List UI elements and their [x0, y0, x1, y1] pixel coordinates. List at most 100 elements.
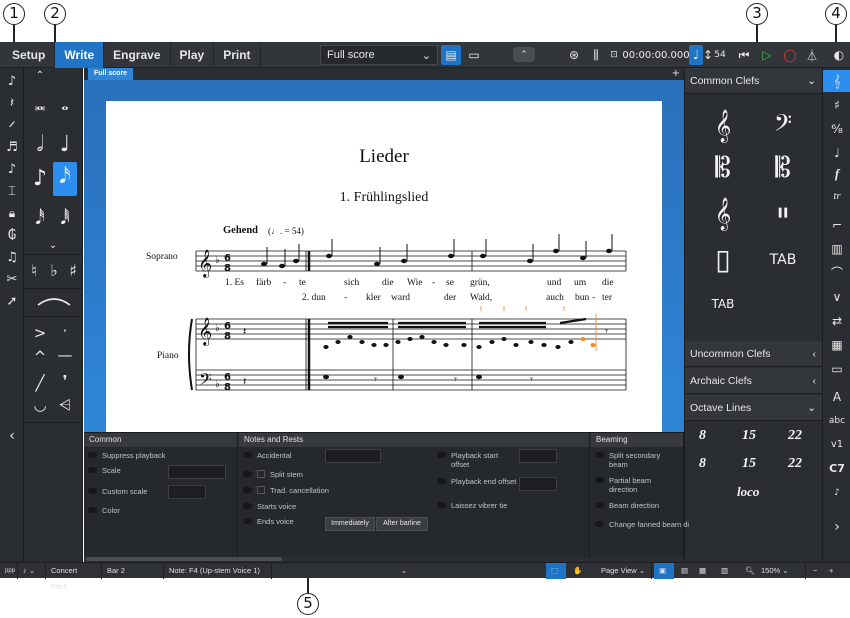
chevron-down-icon[interactable]: ⌄: [41, 240, 65, 251]
accent-icon[interactable]: >: [28, 324, 52, 342]
whole-note-icon[interactable]: 𝅝: [53, 90, 77, 120]
half-note-icon[interactable]: 𝅗𝅥: [28, 130, 52, 160]
staccatissimo-icon[interactable]: ❜: [53, 372, 77, 390]
toggle-switch[interactable]: [595, 521, 604, 527]
barline-icon[interactable]: ▥: [823, 238, 850, 260]
toggle-switch[interactable]: [243, 518, 252, 524]
prop-beam-direction[interactable]: Beam direction: [595, 501, 659, 510]
stress-icon[interactable]: ╱: [28, 374, 52, 392]
tenor-clef-icon[interactable]: 𝄡: [761, 148, 805, 188]
repeat-icon[interactable]: ⌐: [823, 214, 850, 236]
rewind-icon[interactable]: ⏮: [735, 45, 753, 65]
octave-22mb-icon[interactable]: 22: [788, 456, 802, 472]
horizontal-scrollbar[interactable]: [86, 557, 282, 561]
64th-note-icon[interactable]: 𝅘𝅥𝅱: [53, 204, 77, 234]
slur-icon[interactable]: [36, 294, 72, 308]
treble-clef-icon[interactable]: 𝄞: [701, 106, 745, 146]
mode-tab-write[interactable]: Write: [55, 41, 105, 68]
checkbox[interactable]: [257, 470, 265, 478]
natural-icon[interactable]: ♮: [24, 256, 44, 286]
note-value-dropdown[interactable]: ♪ ⌄: [18, 563, 46, 579]
galley-view-icon[interactable]: ▤: [441, 45, 461, 65]
chevron-right-icon[interactable]: ›: [823, 516, 850, 538]
prop-laissez-vibrer-tie[interactable]: Laissez vibrer tie: [437, 501, 507, 510]
alto-clef-icon[interactable]: 𝄡: [701, 148, 745, 188]
prop-change-fanned-beam[interactable]: Change fanned beam di: [595, 520, 689, 529]
text-icon[interactable]: A: [823, 386, 850, 408]
mode-tab-print[interactable]: Print: [214, 41, 261, 68]
mode-tab-engrave[interactable]: Engrave: [104, 41, 171, 68]
percussion-clef-icon[interactable]: 𝄥: [761, 194, 805, 234]
toggle-switch[interactable]: [243, 452, 252, 458]
slash-icon[interactable]: 𝄍: [0, 118, 24, 133]
prop-starts-voice[interactable]: Starts voice: [243, 502, 296, 511]
chevron-down-icon[interactable]: ⌄: [396, 563, 412, 579]
comment-icon[interactable]: ▭: [823, 358, 850, 380]
toggle-switch[interactable]: [88, 488, 97, 494]
mode-tab-setup[interactable]: Setup: [0, 41, 56, 68]
immediately-button[interactable]: Immediately: [325, 517, 375, 531]
toggle-switch[interactable]: [595, 477, 604, 483]
neutral-clef-icon[interactable]: ▯: [701, 240, 745, 280]
scale-field[interactable]: [168, 465, 226, 479]
lyrics-icon[interactable]: abc: [823, 410, 850, 432]
layout-select[interactable]: Full score ⌄: [320, 45, 438, 65]
hide-panels-icon[interactable]: ⌃: [513, 47, 535, 62]
lock-icon[interactable]: 🔒︎: [0, 206, 24, 221]
accidental-field[interactable]: [325, 449, 381, 463]
prop-split-secondary-beam[interactable]: Split secondary beam: [595, 451, 675, 469]
prop-ends-voice[interactable]: Ends voice: [243, 517, 294, 526]
time-signature-icon[interactable]: ⁶⁄₈: [823, 118, 850, 140]
uncommon-clefs-header[interactable]: Uncommon Clefs ‹: [685, 341, 823, 367]
fermata-icon[interactable]: ◡: [28, 396, 52, 414]
checkbox[interactable]: [257, 486, 265, 494]
zoom-select[interactable]: 150% ⌄: [756, 563, 806, 579]
holds-icon[interactable]: ⌒: [823, 262, 850, 284]
note-input-icon[interactable]: ♪: [0, 74, 24, 89]
prop-playback-start-offset[interactable]: Playback start offset: [437, 451, 517, 469]
custom-scale-field[interactable]: [168, 485, 206, 499]
insert-icon[interactable]: ⌶: [0, 184, 24, 199]
single-page-icon[interactable]: ▤: [676, 563, 694, 579]
concert-pitch-toggle[interactable]: Concert Pitch: [46, 563, 102, 591]
bass-clef-icon[interactable]: 𝄢: [761, 106, 805, 146]
common-clefs-header[interactable]: Common Clefs ⌄: [685, 68, 823, 94]
archaic-clefs-header[interactable]: Archaic Clefs ‹: [685, 368, 823, 394]
octave-8vb-icon[interactable]: 8: [699, 456, 706, 472]
scissors-icon[interactable]: ✂: [0, 272, 24, 287]
force-duration-icon[interactable]: ₲: [0, 228, 24, 243]
tenuto-staccato-icon[interactable]: ⩤: [53, 396, 77, 414]
key-signature-icon[interactable]: ♯: [823, 94, 850, 116]
chord-symbols-icon[interactable]: C7: [823, 458, 850, 480]
after-barline-button[interactable]: After barline: [376, 517, 428, 531]
chevron-up-icon[interactable]: ⌃: [28, 70, 52, 81]
play-icon[interactable]: ▷: [758, 45, 776, 65]
add-tab-icon[interactable]: +: [672, 68, 680, 80]
multi-page-icon[interactable]: ▦: [694, 563, 714, 579]
toggle-switch[interactable]: [88, 467, 97, 473]
toggle-switch[interactable]: [88, 452, 97, 458]
metronome-icon[interactable]: ⏃: [803, 45, 821, 65]
rest-icon[interactable]: 𝄽: [0, 96, 24, 111]
video-icon[interactable]: ⊛: [565, 45, 583, 65]
cues-icon[interactable]: ▦: [823, 334, 850, 356]
staccato-icon[interactable]: ·: [53, 322, 77, 340]
toggle-switch[interactable]: [437, 502, 446, 508]
octave-15ma-icon[interactable]: 15: [742, 428, 756, 444]
zoom-in-button[interactable]: +: [824, 563, 838, 579]
transport-settings-icon[interactable]: ⊡: [607, 45, 621, 65]
record-icon[interactable]: ◯: [781, 45, 799, 65]
octave-22ma-icon[interactable]: 22: [788, 428, 802, 444]
octave-15mb-icon[interactable]: 15: [742, 456, 756, 472]
toggle-switch[interactable]: [88, 507, 97, 513]
playback-end-field[interactable]: [519, 477, 557, 491]
playing-techniques-icon[interactable]: ∨: [823, 286, 850, 308]
eighth-note-icon[interactable]: ♪: [28, 164, 52, 194]
chord-icon[interactable]: ♬: [0, 140, 24, 155]
prop-accidental[interactable]: Accidental: [243, 451, 292, 460]
prop-partial-beam-direction[interactable]: Partial beam direction: [595, 476, 675, 494]
toggle-switch[interactable]: [595, 452, 604, 458]
sharp-icon[interactable]: ♯: [63, 256, 83, 286]
toggle-switch[interactable]: [595, 502, 604, 508]
music-area[interactable]: Full score + Lieder 1. Frühlingslied Geh…: [84, 68, 684, 432]
